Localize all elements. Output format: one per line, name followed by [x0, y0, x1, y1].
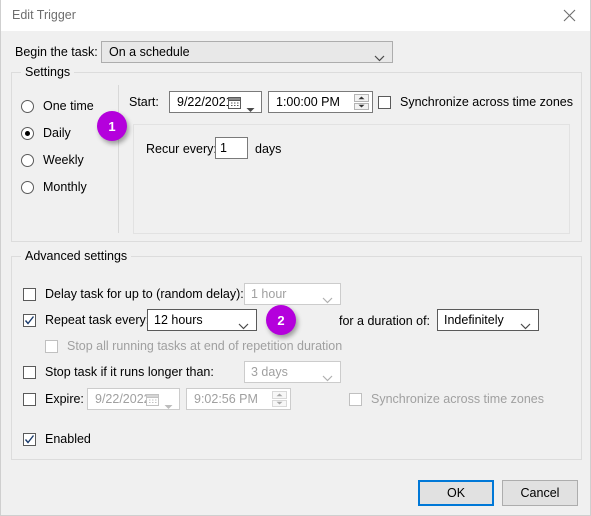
spinner-up-icon[interactable] [354, 94, 369, 102]
duration-select[interactable]: Indefinitely [437, 309, 539, 331]
recur-every-label: Recur every: [146, 142, 217, 156]
expire-checkbox[interactable]: Expire: [23, 390, 84, 408]
chevron-down-icon [164, 397, 173, 415]
radio-button [21, 180, 34, 194]
checkbox-checked [23, 432, 36, 446]
radio-label: One time [43, 99, 94, 113]
chevron-down-icon [322, 369, 333, 387]
settings-separator [118, 85, 119, 233]
begin-task-value: On a schedule [109, 45, 190, 59]
recur-unit-label: days [255, 142, 282, 156]
window-title: Edit Trigger [12, 8, 76, 22]
settings-group-title: Settings [21, 65, 75, 79]
begin-task-select[interactable]: On a schedule [101, 41, 393, 63]
expire-time-field[interactable]: 9:02:56 PM [186, 388, 291, 410]
spinner-down-icon[interactable] [354, 102, 369, 110]
spinner-down-icon[interactable] [272, 399, 287, 407]
chevron-down-icon [322, 291, 333, 309]
chevron-down-icon [238, 317, 249, 335]
checkbox-label: Enabled [45, 432, 91, 446]
checkbox-label: Delay task for up to (random delay): [45, 287, 244, 301]
checkbox [45, 339, 58, 353]
checkbox-label: Synchronize across time zones [371, 392, 544, 406]
checkbox-label: Expire: [45, 392, 84, 406]
start-time-value: 1:00:00 PM [276, 95, 340, 109]
repeat-interval-select[interactable]: 12 hours [147, 309, 257, 331]
radio-button [21, 153, 34, 167]
cancel-button[interactable]: Cancel [502, 480, 578, 506]
stop-task-duration-select[interactable]: 3 days [244, 361, 341, 383]
expire-date-value: 9/22/2022 [95, 392, 151, 406]
checkbox [378, 95, 391, 109]
radio-monthly[interactable]: Monthly [21, 178, 87, 196]
expire-sync-timezones-checkbox[interactable]: Synchronize across time zones [349, 390, 544, 408]
schedule-detail-panel [133, 124, 570, 234]
radio-daily[interactable]: Daily [21, 124, 71, 142]
chevron-down-icon [374, 49, 385, 67]
begin-task-label: Begin the task: [15, 45, 98, 59]
close-button[interactable] [547, 0, 590, 31]
radio-button [21, 99, 34, 113]
start-time-field[interactable]: 1:00:00 PM [268, 91, 373, 113]
delay-duration-value: 1 hour [251, 287, 287, 301]
radio-label: Monthly [43, 180, 87, 194]
radio-label: Weekly [43, 153, 84, 167]
repeat-task-checkbox[interactable]: Repeat task every: [23, 311, 149, 329]
annotation-badge-2: 2 [266, 305, 296, 335]
stop-task-checkbox[interactable]: Stop task if it runs longer than: [23, 363, 214, 381]
edit-trigger-dialog: Edit Trigger Begin the task: On a schedu… [0, 0, 591, 516]
checkbox [23, 287, 36, 301]
radio-one-time[interactable]: One time [21, 97, 94, 115]
checkbox [23, 365, 36, 379]
checkbox-label: Stop task if it runs longer than: [45, 365, 214, 379]
checkbox-label: Synchronize across time zones [400, 95, 573, 109]
start-label: Start: [129, 95, 159, 109]
start-sync-timezones-checkbox[interactable]: Synchronize across time zones [378, 93, 573, 111]
checkbox [23, 392, 36, 406]
radio-label: Daily [43, 126, 71, 140]
advanced-group-title: Advanced settings [21, 249, 132, 263]
chevron-down-icon [520, 317, 531, 335]
time-spinner[interactable] [272, 391, 287, 407]
radio-weekly[interactable]: Weekly [21, 151, 84, 169]
duration-label: for a duration of: [339, 314, 431, 328]
repeat-interval-value: 12 hours [154, 313, 203, 327]
expire-time-value: 9:02:56 PM [194, 392, 258, 406]
duration-value: Indefinitely [444, 313, 504, 327]
checkbox [349, 392, 362, 406]
radio-button-selected [21, 126, 34, 140]
calendar-icon [228, 96, 241, 114]
start-date-field[interactable]: 9/22/2021 [169, 91, 262, 113]
checkbox-label: Repeat task every: [45, 313, 150, 327]
checkbox-checked [23, 313, 36, 327]
time-spinner[interactable] [354, 94, 369, 110]
start-date-value: 9/22/2021 [177, 95, 233, 109]
title-bar: Edit Trigger [1, 0, 590, 32]
checkbox-label: Stop all running tasks at end of repetit… [67, 339, 343, 353]
delay-task-checkbox[interactable]: Delay task for up to (random delay): [23, 285, 244, 303]
ok-button[interactable]: OK [418, 480, 494, 506]
close-icon [563, 9, 576, 22]
delay-duration-select[interactable]: 1 hour [244, 283, 341, 305]
spinner-up-icon[interactable] [272, 391, 287, 399]
annotation-badge-1: 1 [97, 111, 127, 141]
calendar-icon [146, 393, 159, 411]
recur-every-input[interactable]: 1 [215, 137, 248, 159]
recur-every-value: 1 [220, 141, 227, 155]
stop-all-running-tasks-checkbox[interactable]: Stop all running tasks at end of repetit… [45, 337, 342, 355]
enabled-checkbox[interactable]: Enabled [23, 430, 91, 448]
stop-task-duration-value: 3 days [251, 365, 288, 379]
expire-date-field[interactable]: 9/22/2022 [87, 388, 180, 410]
chevron-down-icon [246, 100, 255, 118]
